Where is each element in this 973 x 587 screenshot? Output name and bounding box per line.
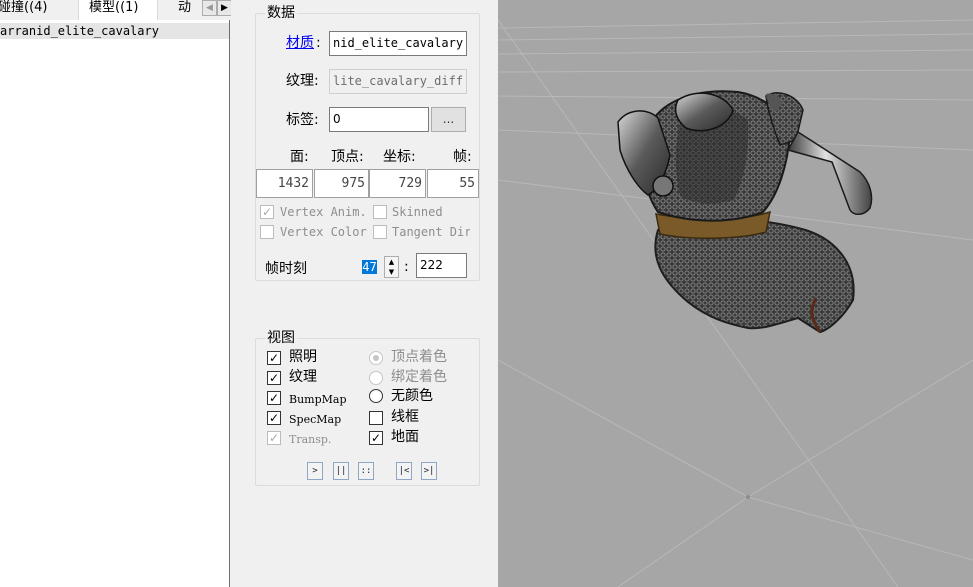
tangent-dir-checkbox [373, 225, 387, 239]
spin-up-icon[interactable]: ▲ [385, 257, 398, 267]
wireframe-checkbox[interactable] [369, 411, 383, 425]
material-colon: : [316, 35, 321, 51]
lighting-label: 照明 [289, 349, 317, 365]
specmap-label: SpecMap [289, 413, 342, 426]
tab-animation[interactable]: 动 [178, 0, 200, 20]
lighting-checkbox[interactable]: ✓ [267, 351, 281, 365]
armor-model [617, 90, 873, 334]
frame-colon: : [404, 259, 409, 275]
frame-spinner[interactable]: ▲ ▼ [384, 256, 399, 278]
spin-down-icon[interactable]: ▼ [385, 267, 398, 277]
vertex-color-label: Vertex Color [280, 225, 367, 239]
frame-current-input[interactable]: 47 [362, 260, 377, 274]
no-color-radio-label: 无颜色 [391, 388, 433, 404]
properties-panel: 数据 材质 : nid_elite_cavalary 纹理: lite_cava… [231, 0, 498, 587]
frame-total-field[interactable]: 222 [416, 253, 467, 278]
mesh-list[interactable]: arranid_elite_cavalary [0, 20, 230, 587]
play-button[interactable]: > [307, 462, 323, 480]
material-link[interactable]: 材质 [286, 34, 314, 52]
list-item[interactable]: arranid_elite_cavalary [0, 23, 229, 39]
tangent-dir-label: Tangent Dir [392, 225, 470, 239]
frame-time-label: 帧时刻 [265, 261, 307, 277]
vertex-anim-label: Vertex Anim. [280, 205, 367, 219]
transp-checkbox: ✓ [267, 431, 281, 445]
tag-label: 标签: [286, 112, 319, 128]
viewport-canvas [498, 19, 973, 587]
ground-label: 地面 [391, 429, 419, 445]
frames-header: 帧: [453, 149, 472, 165]
coords-header: 坐标: [383, 149, 416, 165]
no-color-radio[interactable] [369, 389, 383, 403]
tab-model[interactable]: 模型((1) [78, 0, 158, 20]
specmap-checkbox[interactable]: ✓ [267, 411, 281, 425]
vertex-anim-checkbox: ✓ [260, 205, 274, 219]
faces-count: 1432 [256, 169, 313, 198]
first-frame-button[interactable]: |< [396, 462, 412, 480]
bumpmap-checkbox[interactable]: ✓ [267, 391, 281, 405]
vertex-color-radio [369, 351, 383, 365]
stop-button[interactable]: :: [358, 462, 374, 480]
grid-origin [746, 495, 750, 499]
bumpmap-label: BumpMap [289, 393, 347, 406]
vertex-color-checkbox [260, 225, 274, 239]
vertices-header: 顶点: [331, 149, 364, 165]
material-field[interactable]: nid_elite_cavalary [329, 31, 467, 56]
3d-viewport[interactable] [498, 0, 973, 587]
faces-header: 面: [290, 149, 309, 165]
view-group-title: 视图 [265, 330, 297, 346]
tag-field[interactable]: 0 [329, 107, 429, 132]
pause-button[interactable]: || [333, 462, 349, 480]
skinned-label: Skinned [392, 205, 443, 219]
tab-strip: 碰撞((4) 模型((1) 动 ◀ ▶ [0, 0, 236, 20]
wireframe-label: 线框 [391, 409, 419, 425]
vertex-color-radio-label: 顶点着色 [391, 349, 447, 365]
data-group-title: 数据 [265, 5, 297, 21]
skinned-checkbox [373, 205, 387, 219]
texture-label: 纹理: [286, 73, 319, 89]
ground-checkbox[interactable]: ✓ [369, 431, 383, 445]
texture-field: lite_cavalary_diff [329, 69, 467, 94]
texture-checkbox[interactable]: ✓ [267, 371, 281, 385]
transp-label: Transp. [289, 433, 332, 446]
scroll-left-icon[interactable]: ◀ [202, 0, 217, 16]
texture-view-label: 纹理 [289, 369, 317, 385]
bind-color-radio-label: 绑定着色 [391, 369, 447, 385]
tag-browse-button[interactable]: ... [431, 107, 466, 132]
last-frame-button[interactable]: >| [421, 462, 437, 480]
tab-collision[interactable]: 碰撞((4) [0, 0, 72, 20]
coords-count: 729 [369, 169, 426, 198]
vertices-count: 975 [314, 169, 369, 198]
frames-count: 55 [427, 169, 479, 198]
scroll-right-icon[interactable]: ▶ [217, 0, 232, 16]
bind-color-radio [369, 371, 383, 385]
